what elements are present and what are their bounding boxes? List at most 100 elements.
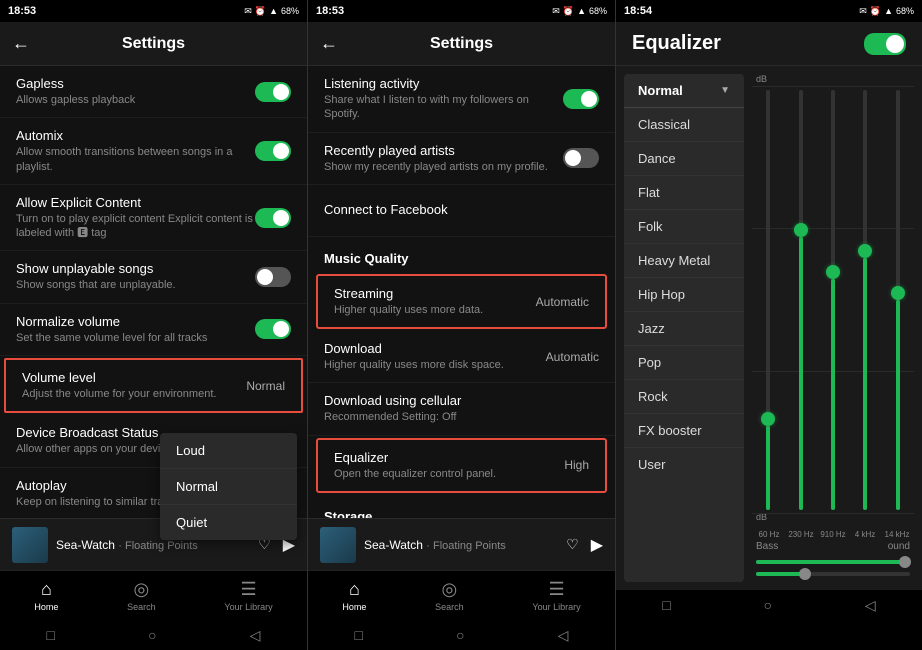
slider-fill-14khz — [896, 300, 900, 510]
status-icons-2: ✉ ⏰ ▲ 68% — [552, 6, 607, 17]
horiz-slider-2[interactable] — [756, 572, 910, 576]
home-icon-1: ⌂ — [41, 579, 52, 600]
toggle-listening[interactable] — [563, 89, 599, 109]
setting-explicit[interactable]: Allow Explicit Content Turn on to play e… — [0, 185, 307, 252]
setting-volume-level[interactable]: Volume level Adjust the volume for your … — [4, 358, 303, 413]
grid-line-4 — [752, 513, 914, 514]
preset-fx-booster[interactable]: FX booster — [624, 414, 744, 448]
slider-4khz[interactable] — [853, 90, 877, 510]
preset-jazz[interactable]: Jazz — [624, 312, 744, 346]
setting-automix[interactable]: Automix Allow smooth transitions between… — [0, 118, 307, 185]
toggle-automix[interactable] — [255, 141, 291, 161]
eq-preset-list: Normal ▼ Classical Dance Flat Folk Heavy… — [624, 74, 744, 582]
preset-rock[interactable]: Rock — [624, 380, 744, 414]
back-button-2[interactable]: ← — [320, 33, 338, 54]
sys-back-1[interactable]: ◁ — [250, 627, 261, 644]
sys-back-2[interactable]: ◁ — [558, 627, 569, 644]
dropdown-normal[interactable]: Normal — [160, 469, 297, 505]
dropdown-quiet[interactable]: Quiet — [160, 505, 297, 540]
slider-knob-910hz — [826, 265, 840, 279]
horiz-slider-1[interactable] — [756, 560, 910, 564]
db-top-label: dB — [756, 74, 767, 84]
toggle-unplayable[interactable] — [255, 267, 291, 287]
sys-nav-2: □ ○ ◁ — [308, 620, 615, 650]
setting-listening[interactable]: Listening activity Share what I listen t… — [308, 66, 615, 133]
toggle-explicit[interactable] — [255, 208, 291, 228]
eq-body: Normal ▼ Classical Dance Flat Folk Heavy… — [616, 66, 922, 590]
msg-icon: ✉ — [244, 6, 252, 17]
wifi-icon: ▲ — [269, 6, 278, 16]
preset-flat[interactable]: Flat — [624, 176, 744, 210]
nav-search-1[interactable]: ◎ Search — [127, 579, 156, 612]
play-button-2[interactable]: ▶ — [591, 535, 603, 555]
nav-home-1[interactable]: ⌂ Home — [34, 579, 58, 612]
toggle-gapless[interactable] — [255, 82, 291, 102]
slider-track-60hz[interactable] — [766, 90, 770, 510]
dropdown-arrow: ▼ — [720, 85, 730, 96]
slider-14khz[interactable] — [886, 90, 910, 510]
sys-nav-3: □ ○ ◁ — [616, 590, 922, 620]
preset-heavy-metal[interactable]: Heavy Metal — [624, 244, 744, 278]
dropdown-loud[interactable]: Loud — [160, 433, 297, 469]
nav-library-2[interactable]: ☰ Your Library — [532, 579, 580, 612]
setting-gapless[interactable]: Gapless Allows gapless playback — [0, 66, 307, 118]
slider-230hz[interactable] — [788, 90, 812, 510]
sys-circle-2[interactable]: ○ — [456, 627, 464, 643]
playback-controls-2: ♡ ▶ — [566, 535, 603, 555]
sys-square-3[interactable]: □ — [662, 597, 670, 613]
slider-track-14khz[interactable] — [896, 90, 900, 510]
preset-classical[interactable]: Classical — [624, 108, 744, 142]
nav-home-label-1: Home — [34, 602, 58, 612]
setting-streaming[interactable]: Streaming Higher quality uses more data.… — [316, 274, 607, 329]
heart-button-2[interactable]: ♡ — [566, 536, 579, 553]
msg-icon-2: ✉ — [552, 6, 560, 17]
header-title-2: Settings — [430, 35, 493, 53]
slider-track-230hz[interactable] — [799, 90, 803, 510]
volume-dropdown: Loud Normal Quiet — [160, 433, 297, 540]
storage-header: Storage — [308, 495, 615, 518]
setting-recent-artists[interactable]: Recently played artists Show my recently… — [308, 133, 615, 185]
preset-dance[interactable]: Dance — [624, 142, 744, 176]
search-icon-2: ◎ — [442, 579, 458, 600]
slider-910hz[interactable] — [821, 90, 845, 510]
library-icon-2: ☰ — [548, 579, 564, 600]
album-art-2 — [320, 527, 356, 563]
eq-sliders — [752, 86, 914, 514]
alarm-icon: ⏰ — [255, 6, 266, 17]
status-icons-1: ✉ ⏰ ▲ 68% — [244, 6, 299, 17]
preset-user[interactable]: User — [624, 448, 744, 481]
nav-library-1[interactable]: ☰ Your Library — [224, 579, 272, 612]
status-bar-3: 18:54 ✉ ⏰ ▲ 68% — [616, 0, 922, 22]
eq-value: High — [564, 458, 589, 472]
toggle-recent[interactable] — [563, 148, 599, 168]
album-art-1 — [12, 527, 48, 563]
slider-track-910hz[interactable] — [831, 90, 835, 510]
treble-label: ound — [888, 541, 910, 552]
library-icon-1: ☰ — [240, 579, 256, 600]
setting-download-cellular[interactable]: Download using cellular Recommended Sett… — [308, 383, 615, 435]
grid-line-1 — [752, 86, 914, 87]
preset-hip-hop[interactable]: Hip Hop — [624, 278, 744, 312]
slider-60hz[interactable] — [756, 90, 780, 510]
setting-download[interactable]: Download Higher quality uses more disk s… — [308, 331, 615, 383]
sys-square-2[interactable]: □ — [355, 627, 363, 643]
nav-home-2[interactable]: ⌂ Home — [342, 579, 366, 612]
setting-normalize[interactable]: Normalize volume Set the same volume lev… — [0, 304, 307, 356]
sys-circle-3[interactable]: ○ — [764, 597, 772, 613]
toggle-normalize[interactable] — [255, 319, 291, 339]
eq-toggle[interactable] — [864, 33, 906, 55]
preset-folk[interactable]: Folk — [624, 210, 744, 244]
sys-back-3[interactable]: ◁ — [865, 597, 876, 614]
nav-search-2[interactable]: ◎ Search — [435, 579, 464, 612]
setting-unplayable[interactable]: Show unplayable songs Show songs that ar… — [0, 251, 307, 303]
streaming-value: Automatic — [536, 295, 589, 309]
sys-square-1[interactable]: □ — [47, 627, 55, 643]
back-button-1[interactable]: ← — [12, 33, 30, 54]
setting-equalizer[interactable]: Equalizer Open the equalizer control pan… — [316, 438, 607, 493]
setting-facebook[interactable]: Connect to Facebook — [308, 185, 615, 237]
sys-circle-1[interactable]: ○ — [148, 627, 156, 643]
preset-pop[interactable]: Pop — [624, 346, 744, 380]
nav-home-label-2: Home — [342, 602, 366, 612]
sys-nav-3-spacer: □ ○ ◁ — [616, 590, 922, 650]
slider-track-4khz[interactable] — [863, 90, 867, 510]
